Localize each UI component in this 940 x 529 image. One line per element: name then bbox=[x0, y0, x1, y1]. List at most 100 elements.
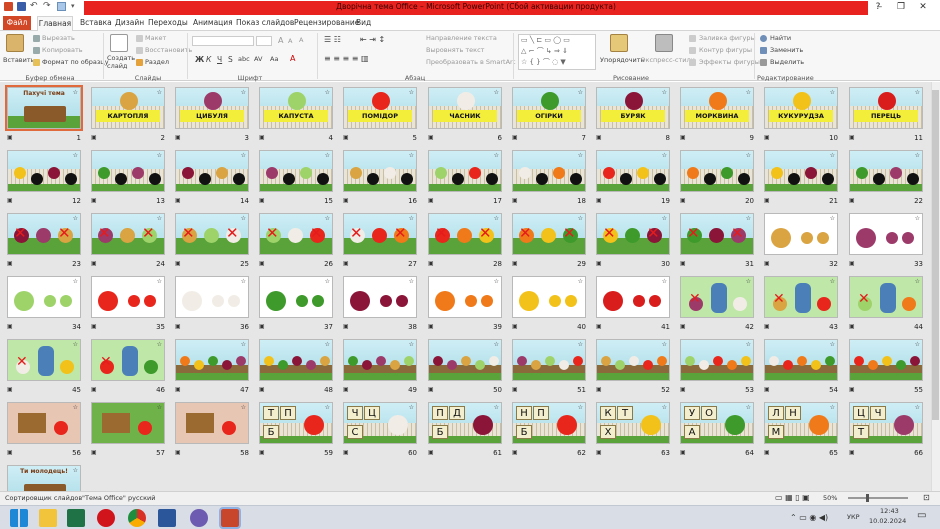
font-size-box[interactable] bbox=[256, 36, 272, 46]
slide-thumbnail[interactable]: ☆ bbox=[764, 339, 838, 381]
font-color-button[interactable]: А bbox=[290, 54, 295, 63]
transition-icon[interactable]: ▣ bbox=[512, 386, 518, 393]
notifications-icon[interactable]: ▭ bbox=[917, 510, 926, 521]
shape-outline-button[interactable]: Контур фигуры bbox=[699, 46, 752, 54]
quick-styles-icon[interactable] bbox=[655, 34, 673, 52]
tab-animation[interactable]: Анимация bbox=[193, 18, 233, 27]
slide-thumbnail[interactable]: ☆ bbox=[91, 150, 165, 192]
shape-fill-button[interactable]: Заливка фигуры bbox=[699, 34, 756, 42]
status-language[interactable]: русский bbox=[128, 494, 156, 502]
slide-thumbnail[interactable]: ☆ bbox=[596, 150, 670, 192]
transition-icon[interactable]: ▣ bbox=[91, 449, 97, 456]
cut-button[interactable]: Вырезать bbox=[42, 34, 75, 42]
transition-icon[interactable]: ▣ bbox=[428, 386, 434, 393]
slide-thumbnail[interactable]: Пахучі тема ☆ bbox=[5, 85, 83, 131]
transition-icon[interactable]: ▣ bbox=[7, 134, 13, 141]
windows-start-icon[interactable] bbox=[10, 509, 28, 527]
slide-thumbnail[interactable]: КАРТОПЛЯ ☆ bbox=[91, 87, 165, 129]
slide-thumbnail[interactable]: ☆ bbox=[849, 339, 923, 381]
maximize-button[interactable]: ❐ bbox=[893, 2, 909, 13]
slide-thumbnail[interactable]: ПОМІДОР ☆ bbox=[343, 87, 417, 129]
slide-thumbnail[interactable]: ✕ ✕ ☆ bbox=[91, 213, 165, 255]
tab-view[interactable]: Вид bbox=[356, 18, 371, 27]
slide-thumbnail[interactable]: ☆ bbox=[175, 150, 249, 192]
slide-thumbnail[interactable]: ☆ bbox=[343, 339, 417, 381]
slide-thumbnail[interactable]: ☆ bbox=[343, 150, 417, 192]
transition-icon[interactable]: ▣ bbox=[512, 197, 518, 204]
transition-icon[interactable]: ▣ bbox=[7, 386, 13, 393]
transition-icon[interactable]: ▣ bbox=[849, 134, 855, 141]
excel-icon[interactable] bbox=[67, 509, 85, 527]
strike-button[interactable]: S bbox=[228, 55, 233, 64]
slide-thumbnail[interactable]: П Д Б ☆ bbox=[428, 402, 502, 444]
slide-thumbnail[interactable]: Т П Б ☆ bbox=[259, 402, 333, 444]
transition-icon[interactable]: ▣ bbox=[764, 260, 770, 267]
paste-icon[interactable] bbox=[6, 34, 24, 52]
transition-icon[interactable]: ▣ bbox=[343, 260, 349, 267]
transition-icon[interactable]: ▣ bbox=[343, 386, 349, 393]
tab-file[interactable]: Файл bbox=[3, 16, 31, 30]
slide-thumbnail[interactable]: ☆ bbox=[7, 276, 81, 318]
transition-icon[interactable]: ▣ bbox=[7, 323, 13, 330]
slide-thumbnail[interactable]: КАПУСТА ☆ bbox=[259, 87, 333, 129]
arrange-button[interactable]: Упорядочить bbox=[600, 56, 644, 64]
close-button[interactable]: ✕ bbox=[915, 2, 931, 13]
file-explorer-icon[interactable] bbox=[39, 509, 57, 527]
section-button[interactable]: Раздел bbox=[145, 58, 169, 66]
transition-icon[interactable]: ▣ bbox=[7, 260, 13, 267]
slide-thumbnail[interactable]: ☆ bbox=[91, 276, 165, 318]
transition-icon[interactable]: ▣ bbox=[596, 323, 602, 330]
transition-icon[interactable]: ▣ bbox=[175, 449, 181, 456]
transition-icon[interactable]: ▣ bbox=[428, 134, 434, 141]
transition-icon[interactable]: ▣ bbox=[596, 197, 602, 204]
grow-font-button[interactable]: A bbox=[278, 36, 283, 45]
quick-styles-button[interactable]: Экспресс-стили bbox=[641, 56, 695, 64]
shadow-button[interactable]: abc bbox=[238, 55, 250, 63]
slide-thumbnail[interactable]: ✕ ✕ ☆ bbox=[175, 213, 249, 255]
indent-icon[interactable]: ⇤ ⇥ ↕ bbox=[360, 35, 385, 44]
slide-thumbnail[interactable]: ☆ bbox=[596, 339, 670, 381]
transition-icon[interactable]: ▣ bbox=[343, 323, 349, 330]
transition-icon[interactable]: ▣ bbox=[175, 197, 181, 204]
tab-design[interactable]: Дизайн bbox=[115, 18, 144, 27]
shapes-gallery[interactable]: ▭ ╲ ⊏ ▭ ◯ ▭ △ ⌐ ⌒ ↳ ⇒ ⇓ ☆ { } ⌒ ◌ ▼ bbox=[518, 34, 596, 70]
transition-icon[interactable]: ▣ bbox=[596, 260, 602, 267]
format-painter-button[interactable]: Формат по образцу bbox=[42, 58, 109, 66]
transition-icon[interactable]: ▣ bbox=[175, 260, 181, 267]
slide-thumbnail[interactable]: ☆ bbox=[596, 276, 670, 318]
arrange-icon[interactable] bbox=[610, 34, 628, 52]
slide-thumbnail[interactable]: ✕ ✕ ☆ bbox=[343, 213, 417, 255]
transition-icon[interactable]: ▣ bbox=[596, 386, 602, 393]
transition-icon[interactable]: ▣ bbox=[596, 449, 602, 456]
transition-icon[interactable]: ▣ bbox=[175, 134, 181, 141]
zoom-level[interactable]: 50% bbox=[823, 494, 837, 502]
clock-date[interactable]: 10.02.2024 bbox=[869, 517, 906, 525]
slide-thumbnail[interactable]: ☆ bbox=[512, 276, 586, 318]
slide-thumbnail[interactable]: ✕ ☆ bbox=[764, 276, 838, 318]
transition-icon[interactable]: ▣ bbox=[764, 449, 770, 456]
tab-insert[interactable]: Вставка bbox=[80, 18, 112, 27]
transition-icon[interactable]: ▣ bbox=[91, 323, 97, 330]
transition-icon[interactable]: ▣ bbox=[343, 134, 349, 141]
slide-thumbnail[interactable]: ЧАСНИК ☆ bbox=[428, 87, 502, 129]
system-tray-icons[interactable]: ⌃ ▭ ◉ ◀) bbox=[790, 513, 828, 522]
tab-transitions[interactable]: Переходы bbox=[148, 18, 188, 27]
transition-icon[interactable]: ▣ bbox=[849, 449, 855, 456]
slide-thumbnail[interactable]: Ц Ч Т ☆ bbox=[849, 402, 923, 444]
slide-thumbnail[interactable]: МОРКВИНА ☆ bbox=[680, 87, 754, 129]
transition-icon[interactable]: ▣ bbox=[512, 323, 518, 330]
align-text-button[interactable]: Выровнять текст bbox=[426, 46, 484, 54]
input-language[interactable]: УКР bbox=[847, 513, 860, 521]
clear-format-button[interactable]: A bbox=[299, 36, 303, 44]
slide-thumbnail[interactable]: ☆ bbox=[680, 339, 754, 381]
transition-icon[interactable]: ▣ bbox=[343, 449, 349, 456]
copy-button[interactable]: Копировать bbox=[42, 46, 83, 54]
smartart-button[interactable]: Преобразовать в SmartArt bbox=[426, 58, 515, 66]
replace-button[interactable]: Заменить bbox=[770, 46, 803, 54]
paste-button[interactable]: Вставить bbox=[3, 56, 34, 64]
slide-thumbnail[interactable]: ☆ bbox=[764, 213, 838, 255]
transition-icon[interactable]: ▣ bbox=[428, 260, 434, 267]
view-buttons[interactable]: ▭ ▦ ▯ ▣ bbox=[775, 493, 810, 502]
case-button[interactable]: Аа bbox=[270, 55, 278, 63]
chrome-icon[interactable] bbox=[128, 509, 146, 527]
